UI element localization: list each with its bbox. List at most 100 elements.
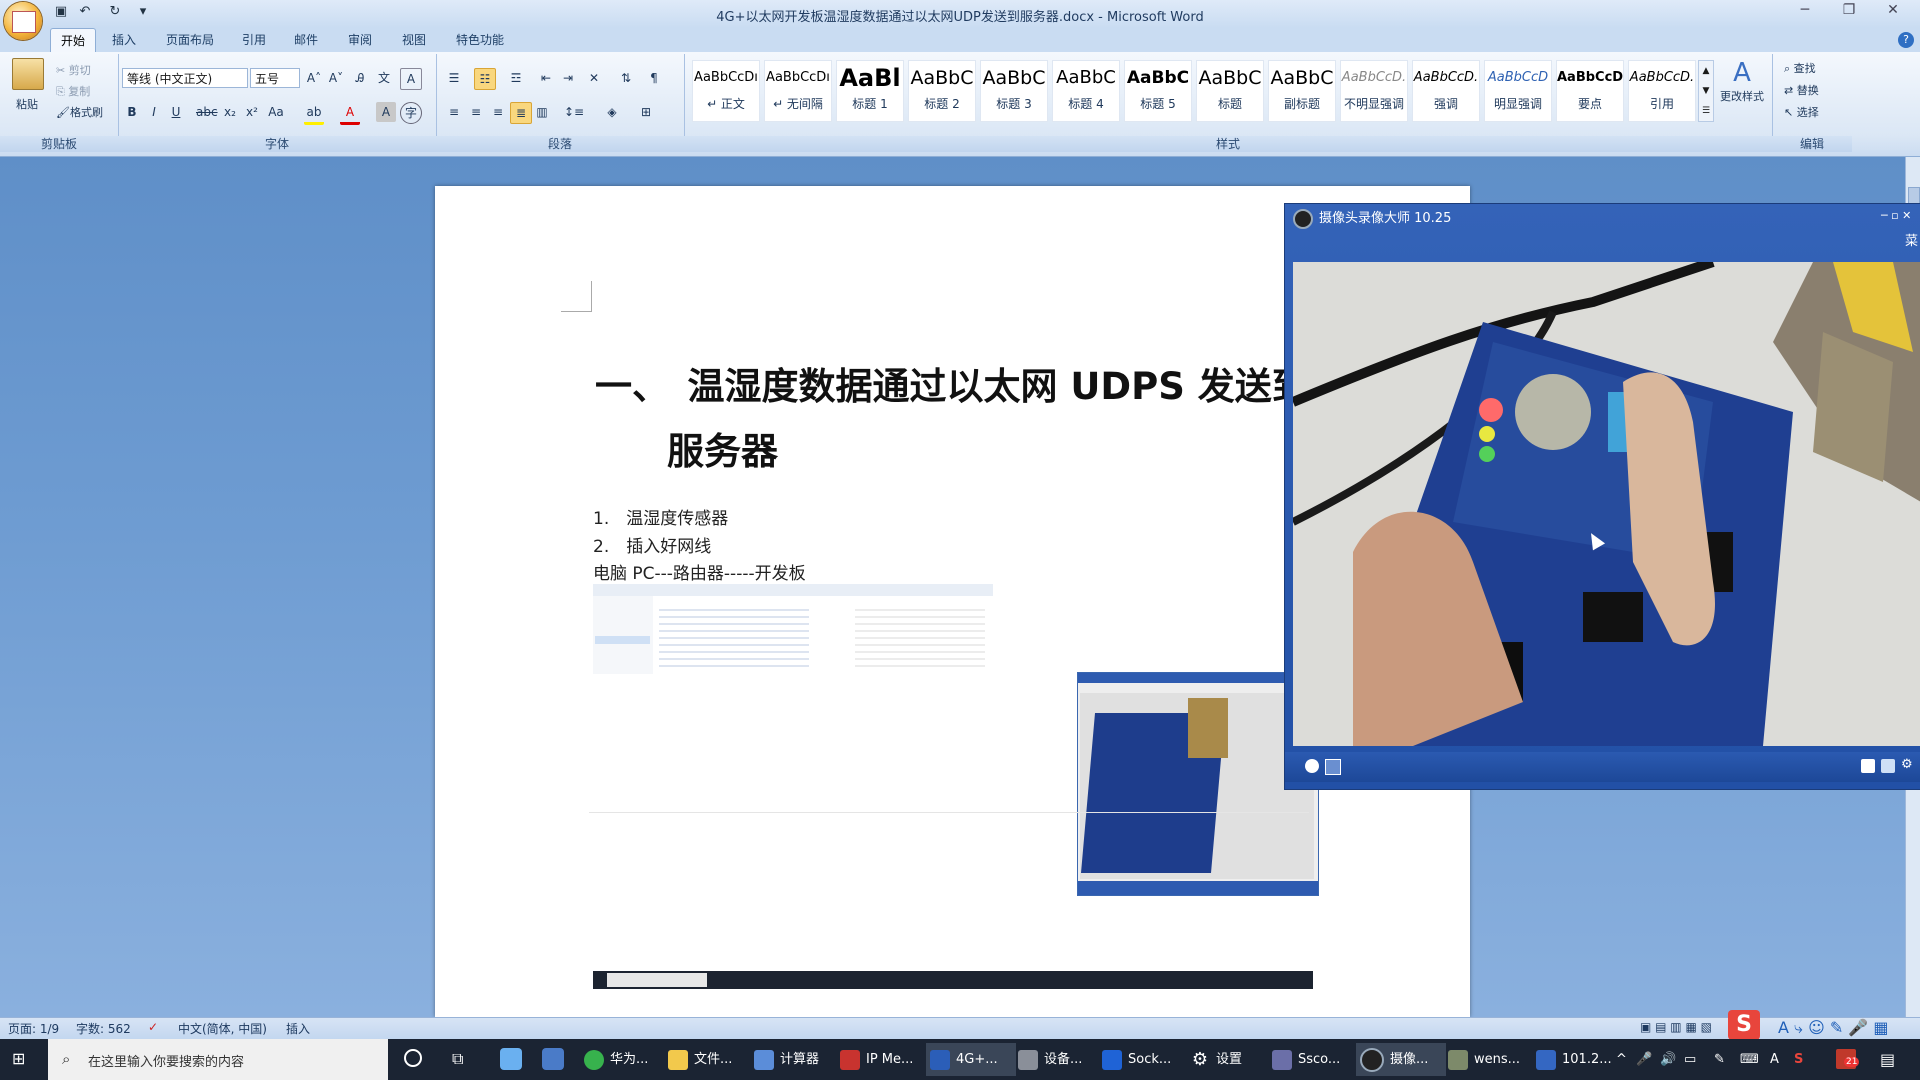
- action-center-icon[interactable]: ▤: [1880, 1039, 1895, 1080]
- taskbar-app-calculator[interactable]: 计算器: [750, 1043, 836, 1076]
- cut-button[interactable]: ✂ 剪切: [56, 62, 91, 80]
- styles-scroll-icon[interactable]: ▲ ▼ ☰: [1698, 60, 1714, 122]
- microphone-icon[interactable]: 🎤: [1636, 1039, 1652, 1080]
- cortana-icon[interactable]: [404, 1049, 422, 1067]
- style-strong[interactable]: AaBbCcD 要点: [1556, 60, 1624, 122]
- strikethrough-icon[interactable]: abc: [196, 102, 218, 122]
- decrease-indent-icon[interactable]: ⇤: [536, 68, 556, 88]
- camera-menu[interactable]: 菜: [1905, 230, 1918, 249]
- style-heading1[interactable]: AaBl 标题 1: [836, 60, 904, 122]
- taskbar-search-box[interactable]: ⌕ 在这里输入你要搜索的内容: [48, 1039, 388, 1080]
- bullets-icon[interactable]: ☰: [444, 68, 464, 88]
- network-icon[interactable]: ▭: [1684, 1039, 1696, 1080]
- superscript-icon[interactable]: x²: [242, 102, 262, 122]
- record-button[interactable]: [1305, 759, 1319, 773]
- increase-indent-icon[interactable]: ⇥: [558, 68, 578, 88]
- line-spacing-icon[interactable]: ↕≡: [564, 102, 584, 122]
- close-button[interactable]: ✕: [1878, 2, 1908, 24]
- camera-recorder-window[interactable]: 摄像头录像大师 10.25 ─ ▫ ✕ 菜 ⚙: [1284, 203, 1920, 790]
- style-quote[interactable]: AaBbCcD. 引用: [1628, 60, 1696, 122]
- taskbar-app-files[interactable]: 文件...: [664, 1043, 750, 1076]
- tab-insert[interactable]: 插入: [102, 28, 146, 52]
- keyboard-icon[interactable]: ⌨: [1740, 1039, 1759, 1080]
- replace-button[interactable]: ⇄ 替换: [1784, 82, 1819, 100]
- view-buttons[interactable]: ▣ ▤ ▥ ▦ ▧: [1640, 1020, 1712, 1034]
- style-heading2[interactable]: AaBbC 标题 2: [908, 60, 976, 122]
- style-title[interactable]: AaBbC 标题: [1196, 60, 1264, 122]
- pinned-app-icon[interactable]: [500, 1048, 522, 1070]
- numbering-icon[interactable]: ☷: [474, 68, 496, 90]
- align-left-icon[interactable]: ≡: [444, 102, 464, 122]
- change-case-icon[interactable]: Aa: [266, 102, 286, 122]
- tab-mailings[interactable]: 邮件: [284, 28, 328, 52]
- taskbar-app-device-manager[interactable]: 设备...: [1014, 1043, 1102, 1076]
- borders-icon[interactable]: ⊞: [636, 102, 656, 122]
- insert-mode[interactable]: 插入: [286, 1020, 310, 1037]
- underline-icon[interactable]: U: [166, 102, 186, 122]
- page-count[interactable]: 页面: 1/9: [8, 1020, 59, 1037]
- style-subtitle[interactable]: AaBbC 副标题: [1268, 60, 1336, 122]
- select-button[interactable]: ↖ 选择: [1784, 104, 1819, 122]
- style-heading5[interactable]: AaBbC 标题 5: [1124, 60, 1192, 122]
- volume-icon[interactable]: 🔊: [1660, 1039, 1676, 1080]
- menu-list-icon[interactable]: [1325, 759, 1341, 775]
- undo-icon[interactable]: ↶: [76, 4, 94, 22]
- find-button[interactable]: ⌕ 查找: [1784, 60, 1816, 78]
- office-button[interactable]: [4, 2, 42, 40]
- chinese-layout-icon[interactable]: ✕: [584, 68, 604, 88]
- tab-review[interactable]: 审阅: [338, 28, 382, 52]
- word-count[interactable]: 字数: 562: [76, 1020, 131, 1037]
- tab-references[interactable]: 引用: [232, 28, 276, 52]
- tab-special-features[interactable]: 特色功能: [446, 28, 514, 52]
- paste-button[interactable]: 粘贴: [16, 96, 38, 114]
- ime-indicator-icon[interactable]: A: [1770, 1039, 1779, 1080]
- character-border-icon[interactable]: A: [400, 68, 422, 90]
- language-indicator[interactable]: 中文(简体, 中国): [178, 1020, 267, 1037]
- font-size-select[interactable]: 五号: [250, 68, 300, 88]
- copy-button[interactable]: ⎘ 复制: [56, 83, 90, 101]
- taskbar-app-huawei[interactable]: 华为...: [580, 1043, 664, 1076]
- windows-start-icon[interactable]: ⊞: [12, 1050, 30, 1068]
- grow-font-icon[interactable]: A˄: [304, 68, 324, 88]
- sort-icon[interactable]: ⇅: [616, 68, 636, 88]
- taskbar-app-ip-messenger[interactable]: IP Me...: [836, 1043, 926, 1076]
- justify-icon[interactable]: ≣: [510, 102, 532, 124]
- style-heading3[interactable]: AaBbC 标题 3: [980, 60, 1048, 122]
- tab-page-layout[interactable]: 页面布局: [156, 28, 224, 52]
- show-hidden-icons-icon[interactable]: ^: [1616, 1039, 1627, 1080]
- tab-home[interactable]: 开始: [50, 28, 97, 53]
- style-heading4[interactable]: AaBbC 标题 4: [1052, 60, 1120, 122]
- shrink-font-icon[interactable]: A˅: [326, 68, 346, 88]
- redo-icon[interactable]: ↻: [106, 4, 124, 22]
- taskbar-app-sscom[interactable]: Ssco...: [1268, 1043, 1358, 1076]
- style-no-spacing[interactable]: AaBbCcDı ↵ 无间隔: [764, 60, 832, 122]
- change-styles-button[interactable]: A 更改样式: [1714, 58, 1770, 106]
- taskbar-app-word[interactable]: 4G+...: [926, 1043, 1016, 1076]
- snapshot-icon[interactable]: [1861, 759, 1875, 773]
- proofing-icon[interactable]: ✓: [148, 1020, 158, 1034]
- taskbar-app-settings[interactable]: ⚙ 设置: [1186, 1043, 1270, 1076]
- save-icon[interactable]: ▣: [52, 4, 70, 22]
- highlight-icon[interactable]: ab: [304, 102, 324, 125]
- multilevel-list-icon[interactable]: ☲: [506, 68, 526, 88]
- paste-icon[interactable]: [12, 58, 44, 90]
- show-marks-icon[interactable]: ¶: [644, 68, 664, 88]
- align-right-icon[interactable]: ≡: [488, 102, 508, 122]
- sogou-tray-icon[interactable]: S: [1794, 1039, 1803, 1080]
- taskbar-app-remote-101[interactable]: 101.2...: [1532, 1043, 1622, 1076]
- style-subtle-emphasis[interactable]: AaBbCcD. 不明显强调: [1340, 60, 1408, 122]
- subscript-icon[interactable]: x₂: [220, 102, 240, 122]
- settings-gear-icon[interactable]: ⚙: [1901, 757, 1917, 773]
- ime-toolbar-icons[interactable]: A ⤷ ☺ ✎ 🎤 ▦: [1778, 1018, 1888, 1038]
- character-shading-icon[interactable]: A: [376, 102, 396, 122]
- font-name-select[interactable]: 等线 (中文正文): [122, 68, 248, 88]
- pen-icon[interactable]: ✎: [1714, 1039, 1725, 1080]
- font-color-icon[interactable]: A: [340, 102, 360, 125]
- pinned-app-icon[interactable]: [542, 1048, 564, 1070]
- taskbar-app-socket[interactable]: Sock...: [1098, 1043, 1188, 1076]
- format-painter-button[interactable]: 🖌格式刷: [56, 104, 103, 122]
- bold-icon[interactable]: B: [122, 102, 142, 122]
- sogou-ime-icon[interactable]: S: [1728, 1010, 1760, 1040]
- help-icon[interactable]: ?: [1898, 32, 1914, 48]
- distribute-icon[interactable]: ▥: [532, 102, 552, 122]
